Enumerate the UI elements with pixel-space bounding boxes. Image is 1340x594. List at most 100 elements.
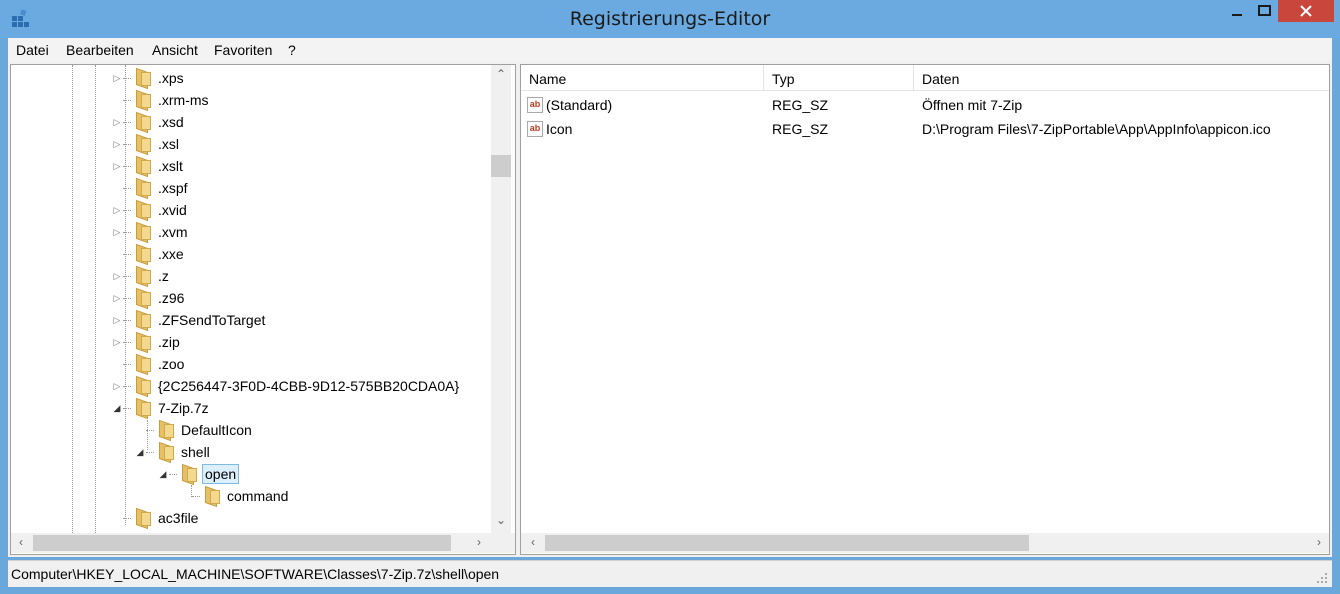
tree-item[interactable]: ▷ .zip bbox=[111, 331, 182, 353]
values-hscroll-thumb[interactable] bbox=[545, 535, 1029, 551]
tree-vertical-scrollbar[interactable]: ⌃ ⌄ bbox=[491, 65, 511, 533]
tree-connector bbox=[169, 473, 177, 475]
key-tree[interactable]: ▷ .xps .xrm-ms ▷ .xsd ▷ .xsl ▷ .xslt .xspf ▷ .xvid ▷… bbox=[10, 64, 516, 555]
column-header-data[interactable]: Daten bbox=[914, 65, 1329, 91]
tree-item-label: .z bbox=[158, 268, 169, 284]
tree-item[interactable]: command bbox=[180, 485, 290, 507]
menu-ansicht[interactable]: Ansicht bbox=[152, 42, 198, 58]
folder-icon bbox=[133, 114, 151, 130]
tree-item[interactable]: .xspf bbox=[111, 177, 190, 199]
expand-arrow-icon[interactable]: ▷ bbox=[111, 139, 123, 150]
menu-datei[interactable]: Datei bbox=[16, 42, 49, 58]
values-list[interactable]: Name Typ Daten ab (Standard) REG_SZ Öffn… bbox=[520, 64, 1330, 555]
menu-favoriten[interactable]: Favoriten bbox=[214, 42, 272, 58]
tree-item[interactable]: ▷ .z96 bbox=[111, 287, 186, 309]
tree-item[interactable]: ac3file bbox=[111, 507, 200, 529]
status-path: Computer\HKEY_LOCAL_MACHINE\SOFTWARE\Cla… bbox=[11, 566, 500, 582]
value-name: (Standard) bbox=[546, 97, 613, 113]
values-horizontal-scrollbar[interactable]: ‹ › bbox=[521, 533, 1329, 553]
tree-item[interactable]: ▷ .xps bbox=[111, 67, 186, 89]
tree-connector bbox=[123, 253, 131, 255]
expand-arrow-icon[interactable]: ▷ bbox=[111, 227, 123, 238]
folder-icon bbox=[133, 268, 151, 284]
tree-vscroll-thumb[interactable] bbox=[491, 155, 511, 177]
tree-item-label: .xvid bbox=[158, 202, 187, 218]
tree-item-label: command bbox=[227, 488, 289, 504]
tree-item-label: .zip bbox=[158, 334, 180, 350]
folder-icon bbox=[133, 510, 151, 526]
tree-horizontal-scrollbar[interactable]: ‹ › bbox=[11, 533, 491, 553]
tree-item[interactable]: ▷ .xsl bbox=[111, 133, 181, 155]
maximize-button[interactable] bbox=[1252, 0, 1278, 22]
expand-arrow-icon[interactable]: ▷ bbox=[111, 205, 123, 216]
scroll-right-icon[interactable]: › bbox=[469, 535, 489, 549]
tree-connector bbox=[123, 517, 131, 519]
scroll-down-icon[interactable]: ⌄ bbox=[491, 513, 511, 527]
folder-icon bbox=[133, 180, 151, 196]
scroll-left-icon[interactable]: ‹ bbox=[523, 535, 543, 549]
tree-item[interactable]: ◢ shell bbox=[134, 441, 212, 463]
scroll-corner bbox=[491, 533, 515, 553]
tree-item[interactable]: ▷ .xslt bbox=[111, 155, 185, 177]
tree-connector bbox=[123, 99, 131, 101]
value-type: REG_SZ bbox=[772, 121, 829, 137]
collapse-arrow-icon[interactable]: ◢ bbox=[157, 469, 169, 480]
tree-item[interactable]: ▷ {2C256447-3F0D-4CBB-9D12-575BB20CDA0A} bbox=[111, 375, 461, 397]
tree-item[interactable]: DefaultIcon bbox=[134, 419, 254, 441]
tree-connector bbox=[123, 77, 131, 79]
tree-item-label: ac3file bbox=[158, 510, 199, 526]
tree-connector bbox=[192, 495, 200, 497]
folder-icon bbox=[133, 202, 151, 218]
title-bar[interactable]: Registrierungs-Editor bbox=[0, 0, 1340, 38]
column-header-type[interactable]: Typ bbox=[764, 65, 914, 91]
tree-connector bbox=[146, 429, 154, 431]
scroll-left-icon[interactable]: ‹ bbox=[11, 535, 31, 549]
tree-connector bbox=[123, 319, 131, 321]
tree-item[interactable]: ▷ .xsd bbox=[111, 111, 186, 133]
tree-line bbox=[95, 65, 96, 535]
collapse-arrow-icon[interactable]: ◢ bbox=[134, 447, 146, 458]
scroll-up-icon[interactable]: ⌃ bbox=[491, 67, 511, 81]
folder-icon bbox=[156, 444, 174, 460]
value-data: D:\Program Files\7-ZipPortable\App\AppIn… bbox=[922, 121, 1271, 137]
tree-connector bbox=[123, 231, 131, 233]
folder-icon bbox=[179, 466, 197, 482]
expand-arrow-icon[interactable]: ▷ bbox=[111, 271, 123, 282]
expand-arrow-icon[interactable]: ▷ bbox=[111, 381, 123, 392]
expand-arrow-icon[interactable]: ▷ bbox=[111, 337, 123, 348]
expand-arrow-icon[interactable]: ▷ bbox=[111, 315, 123, 326]
tree-hscroll-thumb[interactable] bbox=[33, 535, 451, 551]
collapse-arrow-icon[interactable]: ◢ bbox=[111, 403, 123, 414]
tree-item[interactable]: ◢ open bbox=[157, 463, 240, 485]
column-header-name[interactable]: Name bbox=[521, 65, 764, 91]
tree-item[interactable]: ▷ .ZFSendToTarget bbox=[111, 309, 267, 331]
tree-item-label: .xrm-ms bbox=[158, 92, 209, 108]
tree-item[interactable]: .xxe bbox=[111, 243, 186, 265]
tree-item[interactable]: ▷ .xvid bbox=[111, 199, 189, 221]
tree-connector bbox=[123, 363, 131, 365]
expand-arrow-icon[interactable]: ▷ bbox=[111, 293, 123, 304]
resize-grip-icon[interactable] bbox=[1316, 572, 1328, 584]
string-value-icon: ab bbox=[527, 121, 543, 137]
tree-item[interactable]: .zoo bbox=[111, 353, 186, 375]
tree-line bbox=[72, 65, 73, 535]
string-value-icon: ab bbox=[527, 97, 543, 113]
tree-item[interactable]: ◢ 7-Zip.7z bbox=[111, 397, 211, 419]
menu-bearbeiten[interactable]: Bearbeiten bbox=[66, 42, 134, 58]
tree-item-label: shell bbox=[181, 444, 210, 460]
menu-help[interactable]: ? bbox=[288, 42, 296, 58]
close-button[interactable] bbox=[1278, 0, 1334, 22]
expand-arrow-icon[interactable]: ▷ bbox=[111, 117, 123, 128]
scroll-right-icon[interactable]: › bbox=[1309, 535, 1329, 549]
tree-item[interactable]: ▷ .xvm bbox=[111, 221, 190, 243]
tree-item[interactable]: ▷ .z bbox=[111, 265, 171, 287]
folder-icon bbox=[133, 70, 151, 86]
tree-item[interactable]: .xrm-ms bbox=[111, 89, 211, 111]
expand-arrow-icon[interactable]: ▷ bbox=[111, 161, 123, 172]
expand-arrow-icon[interactable]: ▷ bbox=[111, 73, 123, 84]
tree-connector bbox=[123, 121, 131, 123]
folder-icon bbox=[156, 422, 174, 438]
minimize-button[interactable] bbox=[1222, 0, 1252, 22]
value-name: Icon bbox=[546, 121, 573, 137]
window-title: Registrierungs-Editor bbox=[569, 8, 771, 30]
